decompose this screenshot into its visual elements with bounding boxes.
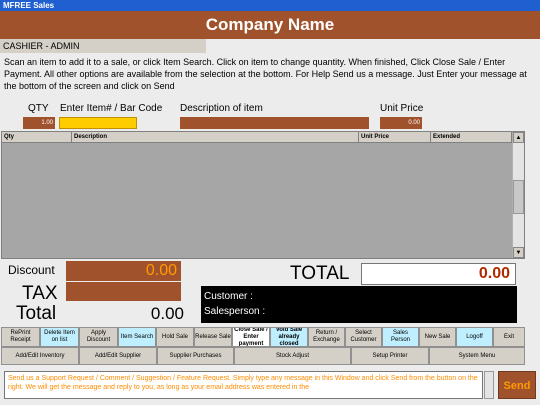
window-title: MFREE Sales (0, 0, 540, 11)
description-input[interactable] (180, 117, 369, 129)
item-barcode-input[interactable] (59, 117, 137, 129)
unit-price-input[interactable]: 0.00 (380, 117, 422, 129)
col-extended[interactable]: Extended (431, 132, 512, 143)
return-exchange-button[interactable]: Return / Exchange (308, 327, 345, 347)
grid-scrollbar[interactable]: ▲ ▼ (512, 132, 524, 258)
instructions-text: Scan an item to add it to a sale, or cli… (4, 57, 527, 91)
setup-printer-button[interactable]: Setup Printer (351, 347, 429, 365)
add-edit-inventory-button[interactable]: Add/Edit Inventory (1, 347, 79, 365)
description-label: Description of item (180, 103, 263, 114)
sale-items-grid[interactable]: Qty Description Unit Price Extended ▲ ▼ (1, 131, 525, 259)
new-sale-button[interactable]: New Sale (419, 327, 456, 347)
scroll-down-icon[interactable]: ▼ (513, 247, 524, 258)
discount-label: Discount (8, 263, 55, 277)
reprint-receipt-button[interactable]: RePrint Receipt (1, 327, 40, 347)
total-label: Total (16, 303, 57, 324)
scroll-up-icon[interactable]: ▲ (513, 132, 524, 143)
qty-label: QTY (28, 103, 49, 114)
col-unit-price[interactable]: Unit Price (359, 132, 431, 143)
grand-total-value: 0.00 (361, 263, 516, 285)
customer-label: Customer : (204, 291, 253, 302)
qty-input[interactable]: 1.00 (23, 117, 55, 129)
grand-total-label: TOTAL (290, 263, 350, 284)
hold-sale-button[interactable]: Hold Sale (156, 327, 194, 347)
apply-discount-button[interactable]: Apply Discount (79, 327, 118, 347)
scroll-thumb[interactable] (513, 180, 524, 214)
release-sale-button[interactable]: Release Sale (194, 327, 232, 347)
stock-adjust-button[interactable]: Stock Adjust (234, 347, 351, 365)
salesperson-label: Salesperson : (204, 306, 266, 317)
support-message-input[interactable]: Send us a Support Request / Comment / Su… (4, 371, 483, 399)
exit-button[interactable]: Exit (493, 327, 525, 347)
company-name: Company Name (205, 15, 335, 34)
customer-panel[interactable]: Customer : Salesperson : (201, 286, 517, 323)
action-buttons-row2: Add/Edit Inventory Add/Edit Supplier Sup… (1, 347, 525, 365)
close-sale-button[interactable]: Close Sale / Enter payment (232, 327, 270, 347)
system-menu-button[interactable]: System Menu (429, 347, 525, 365)
send-button[interactable]: Send (498, 371, 536, 399)
supplier-purchases-button[interactable]: Supplier Purchases (157, 347, 234, 365)
unit-price-label: Unit Price (380, 103, 424, 114)
message-scrollbar[interactable] (484, 371, 494, 399)
delete-item-button[interactable]: Delete Item on list (40, 327, 79, 347)
logoff-button[interactable]: Logoff (456, 327, 493, 347)
total-value: 0.00 (150, 304, 184, 323)
discount-value[interactable]: 0.00 (66, 261, 181, 281)
sales-person-button[interactable]: Sales Person (382, 327, 419, 347)
add-edit-supplier-button[interactable]: Add/Edit Supplier (79, 347, 157, 365)
item-label: Enter Item# / Bar Code (60, 103, 163, 114)
col-description[interactable]: Description (72, 132, 359, 143)
grid-header: Qty Description Unit Price Extended (2, 132, 512, 143)
cashier-label: CASHIER - ADMIN (0, 39, 206, 53)
select-customer-button[interactable]: Select Customer (345, 327, 382, 347)
action-buttons-row1: RePrint Receipt Delete Item on list Appl… (1, 327, 525, 347)
item-search-button[interactable]: Item Search (118, 327, 156, 347)
tax-label: TAX (22, 283, 58, 304)
void-sale-button[interactable]: Void Sale already closed (270, 327, 308, 347)
col-qty[interactable]: Qty (2, 132, 72, 143)
tax-value[interactable] (66, 282, 181, 301)
